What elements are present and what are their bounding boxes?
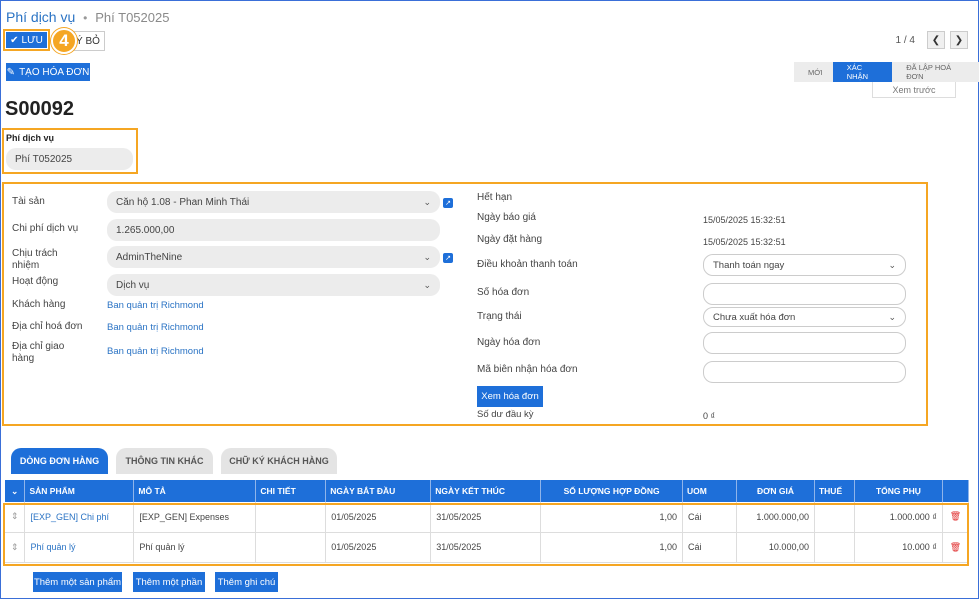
breadcrumb-separator: • — [83, 11, 88, 25]
service-fee-label: Phí dịch vụ — [6, 133, 55, 143]
status-step-new[interactable]: MỚI — [794, 62, 833, 82]
activity-value: Dịch vụ — [116, 279, 150, 291]
owner-external-link-icon[interactable]: ↗ — [443, 253, 453, 263]
opening-balance-label: Số dư đầu kỳ — [477, 409, 534, 420]
order-date-value: 15/05/2025 15:32:51 — [703, 237, 786, 247]
tab-order-lines[interactable]: DÒNG ĐƠN HÀNG — [11, 448, 108, 474]
owner-select[interactable]: AdminTheNine ⌄ — [107, 246, 440, 268]
breadcrumb-current: Phí T052025 — [95, 10, 170, 25]
quote-date-label: Ngày báo giá — [477, 212, 536, 223]
delivery-address-label: Địa chỉ giao hàng — [12, 341, 64, 365]
owner-value: AdminTheNine — [116, 251, 183, 263]
record-title: S00092 — [5, 98, 74, 120]
activity-label: Hoạt động — [12, 276, 59, 287]
col-header-description[interactable]: MÔ TẢ — [133, 480, 257, 502]
chevron-down-icon: ⌄ — [423, 279, 431, 290]
receipt-code-label: Mã biên nhận hóa đơn — [477, 364, 578, 375]
breadcrumb: Phí dịch vụ • Phí T052025 — [6, 9, 169, 25]
view-invoice-button[interactable]: Xem hóa đơn — [477, 386, 543, 407]
owner-label-line2: nhiệm — [12, 260, 40, 271]
owner-label: Chịu trách nhiệm — [12, 248, 58, 272]
preview-label: Xem trước — [892, 84, 936, 95]
col-header-contract-qty[interactable]: SỐ LƯỢNG HỢP ĐỒNG — [540, 480, 684, 502]
breadcrumb-parent[interactable]: Phí dịch vụ — [6, 9, 75, 25]
invoice-date-label: Ngày hóa đơn — [477, 337, 541, 348]
invoice-number-input[interactable] — [703, 283, 906, 305]
chevron-down-icon: ⌄ — [888, 259, 896, 270]
tab-other-info[interactable]: THÔNG TIN KHÁC — [116, 448, 213, 474]
activity-select[interactable]: Dịch vụ ⌄ — [107, 274, 440, 296]
status-bar: MỚI XÁC NHẬN ĐÃ LẬP HOÁ ĐƠN — [794, 62, 979, 82]
col-header-start-date[interactable]: NGÀY BẮT ĐẦU — [325, 480, 432, 502]
asset-external-link-icon[interactable]: ↗ — [443, 198, 453, 208]
chevron-down-icon: ⌄ — [423, 251, 431, 262]
discard-label: Ý BỎ — [76, 35, 100, 47]
invoice-address-link[interactable]: Ban quản trị Richmond — [107, 322, 204, 333]
opening-balance-value: 0 ₫ — [703, 411, 716, 421]
col-header-product[interactable]: SẢN PHẨM — [24, 480, 135, 502]
add-note-button[interactable]: Thêm ghi chú — [215, 572, 278, 592]
col-header-actions — [942, 480, 970, 502]
order-date-label: Ngày đặt hàng — [477, 234, 543, 245]
sort-icon: ⌄ — [5, 480, 26, 502]
check-icon: ✔ — [10, 34, 19, 46]
invoice-date-input[interactable] — [703, 332, 906, 354]
col-header-tax[interactable]: THUẾ — [814, 480, 855, 502]
col-header-subtotal[interactable]: TỔNG PHỤ — [854, 480, 943, 502]
col-header-uom[interactable]: UOM — [682, 480, 737, 502]
invoice-status-value: Chưa xuất hóa đơn — [713, 311, 796, 323]
payment-terms-value: Thanh toán ngay — [713, 259, 785, 271]
chevron-down-icon: ⌄ — [888, 311, 896, 322]
save-button[interactable]: ✔ LƯU — [6, 32, 47, 48]
status-step-confirmed[interactable]: XÁC NHẬN — [832, 62, 893, 82]
pager-counter: 1 / 4 — [895, 35, 915, 46]
customer-label: Khách hàng — [12, 299, 66, 310]
chevron-right-icon: ❯ — [954, 34, 964, 46]
save-label: LƯU — [21, 34, 43, 46]
asset-select[interactable]: Căn hộ 1.08 - Phan Minh Thái ⌄ — [107, 191, 440, 213]
receipt-code-input[interactable] — [703, 361, 906, 383]
owner-label-line1: Chịu trách — [12, 248, 58, 259]
delivery-address-link[interactable]: Ban quản trị Richmond — [107, 346, 204, 357]
payment-terms-label: Điều khoản thanh toán — [477, 259, 578, 270]
invoice-status-select[interactable]: Chưa xuất hóa đơn ⌄ — [703, 307, 906, 327]
chevron-left-icon: ❮ — [931, 34, 941, 46]
asset-value: Căn hộ 1.08 - Phan Minh Thái — [116, 196, 250, 208]
service-fee-value: Phí T052025 — [15, 153, 73, 165]
customer-link[interactable]: Ban quản trị Richmond — [107, 300, 204, 311]
create-invoice-button[interactable]: ✎ TẠO HÓA ĐƠN — [6, 63, 90, 81]
col-header-detail[interactable]: CHI TIẾT — [255, 480, 327, 502]
cost-input[interactable]: 1.265.000,00 — [107, 219, 440, 241]
preview-button[interactable]: Xem trước — [872, 82, 956, 98]
service-fee-input[interactable]: Phí T052025 — [6, 148, 133, 170]
quote-date-value: 15/05/2025 15:32:51 — [703, 215, 786, 225]
delivery-address-label-line1: Địa chỉ giao — [12, 341, 65, 352]
delivery-address-label-line2: hàng — [12, 353, 35, 364]
step-badge: 4 — [51, 28, 77, 54]
tab-bar: DÒNG ĐƠN HÀNG THÔNG TIN KHÁC CHỮ KÝ KHÁC… — [11, 448, 337, 474]
cost-value: 1.265.000,00 — [116, 224, 175, 236]
payment-terms-select[interactable]: Thanh toán ngay ⌄ — [703, 254, 906, 276]
next-record-button[interactable]: ❯ — [950, 31, 968, 49]
status-step-invoiced[interactable]: ĐÃ LẬP HOÁ ĐƠN — [892, 62, 979, 82]
col-header-end-date[interactable]: NGÀY KẾT THÚC — [430, 480, 542, 502]
col-header-unit-price[interactable]: ĐƠN GIÁ — [736, 480, 815, 502]
invoice-number-label: Số hóa đơn — [477, 287, 530, 298]
prev-record-button[interactable]: ❮ — [927, 31, 945, 49]
cost-label: Chi phí dịch vụ — [12, 223, 79, 234]
expire-label: Hết hạn — [477, 192, 513, 203]
status-label: Trạng thái — [477, 311, 522, 322]
table-rows-highlight — [3, 503, 969, 566]
table-header-row: ⌄ SẢN PHẨM MÔ TẢ CHI TIẾT NGÀY BẮT ĐẦU N… — [5, 480, 970, 502]
create-invoice-label: TẠO HÓA ĐƠN — [19, 66, 90, 78]
invoice-address-label: Địa chỉ hoá đơn — [12, 321, 83, 332]
add-section-button[interactable]: Thêm một phần — [133, 572, 205, 592]
asset-label: Tài sản — [12, 196, 45, 207]
add-product-button[interactable]: Thêm một sản phẩm — [33, 572, 122, 592]
tab-customer-signature[interactable]: CHỮ KÝ KHÁCH HÀNG — [221, 448, 337, 474]
chevron-down-icon: ⌄ — [423, 196, 431, 207]
edit-icon: ✎ — [6, 66, 16, 78]
